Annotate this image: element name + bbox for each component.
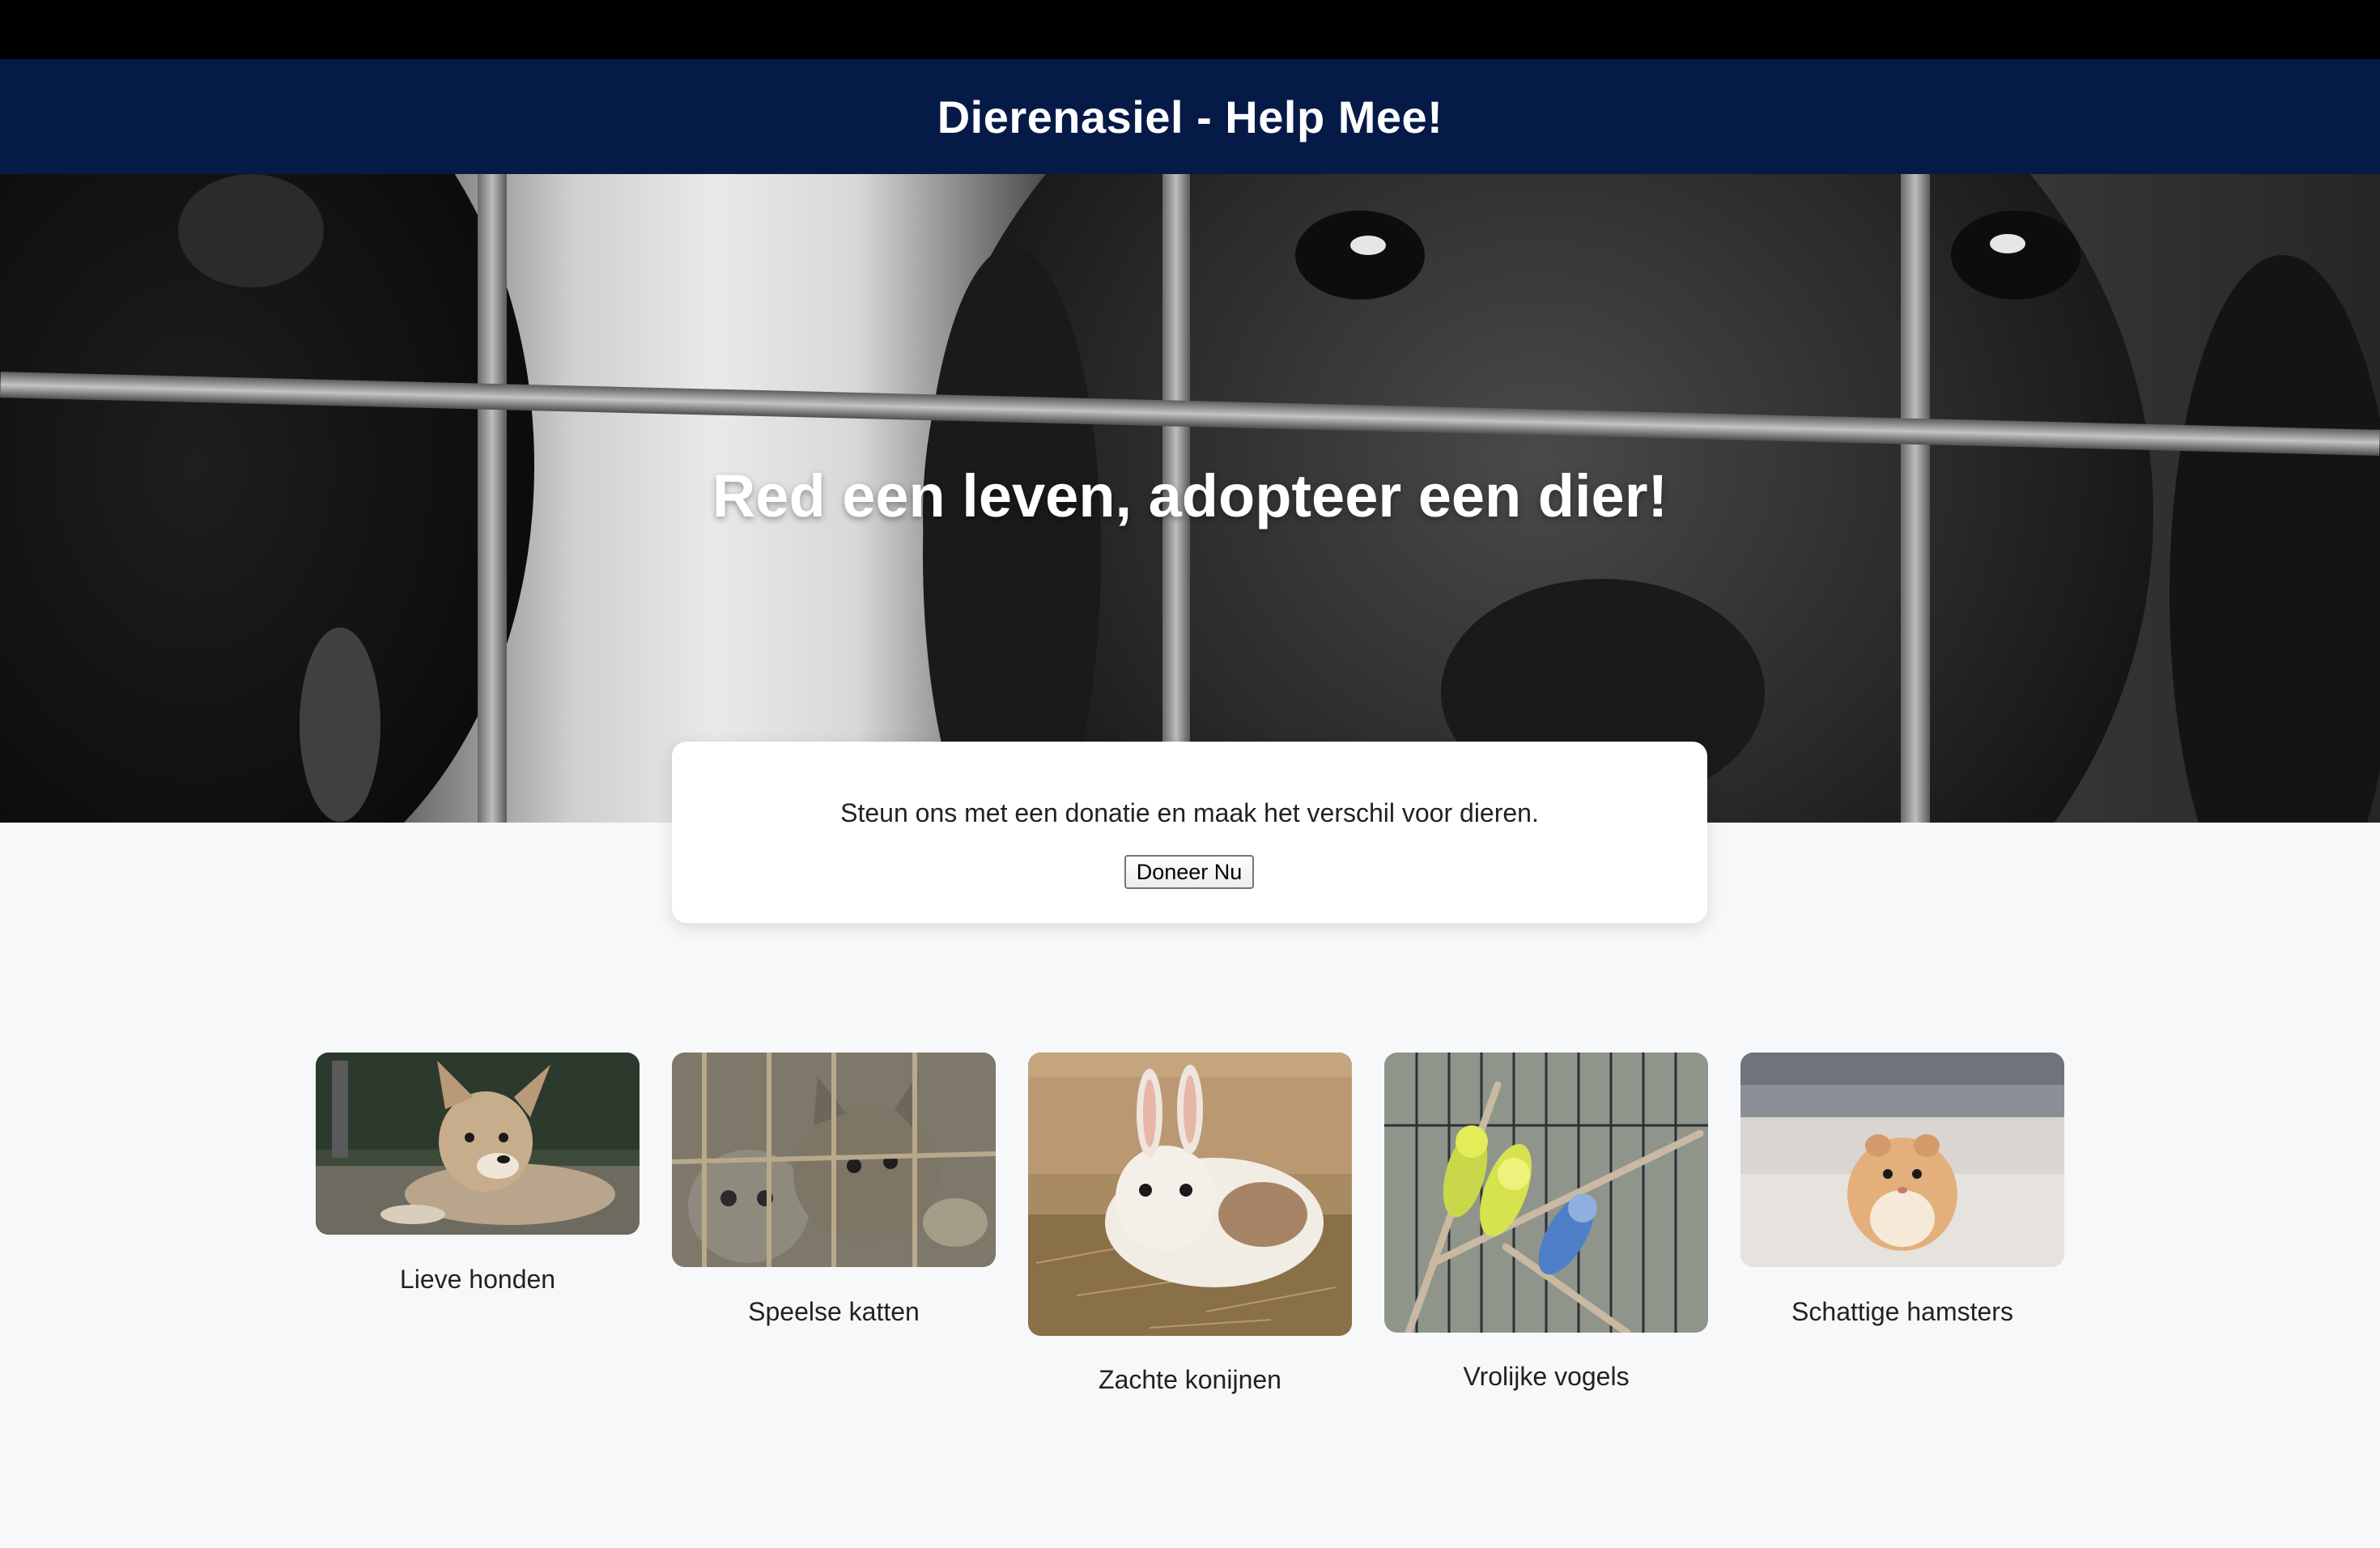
puppy-photo-icon — [316, 1053, 640, 1235]
animal-label-rabbits: Zachte konijnen — [1099, 1365, 1281, 1394]
animal-card-hamsters[interactable]: Schattige hamsters — [1740, 1053, 2064, 1326]
animal-label-cats: Speelse katten — [748, 1297, 920, 1326]
donation-text: Steun ons met een donatie en maak het ve… — [840, 798, 1539, 827]
hero-headline: Red een leven, adopteer een dier! — [712, 462, 1668, 529]
animal-card-rabbits[interactable]: Zachte konijnen — [1028, 1053, 1352, 1394]
site-title: Dierenasiel - Help Mee! — [937, 91, 1443, 142]
animal-card-birds[interactable]: Vrolijke vogels — [1384, 1053, 1708, 1391]
animal-label-dogs: Lieve honden — [399, 1265, 556, 1294]
hamster-photo-icon — [1740, 1053, 2064, 1267]
kittens-photo-icon — [672, 1053, 996, 1267]
parakeets-photo-icon — [1384, 1053, 1708, 1333]
animal-card-dogs[interactable]: Lieve honden — [316, 1053, 640, 1294]
donate-button[interactable]: Doneer Nu — [1124, 855, 1254, 889]
animal-label-hamsters: Schattige hamsters — [1791, 1297, 2013, 1326]
animal-label-birds: Vrolijke vogels — [1463, 1362, 1630, 1391]
rabbit-photo-icon — [1028, 1053, 1352, 1336]
donation-card: Steun ons met een donatie en maak het ve… — [672, 742, 1707, 923]
top-strip — [0, 0, 2380, 59]
hero-banner: Red een leven, adopteer een dier! — [0, 174, 2380, 823]
animal-card-cats[interactable]: Speelse katten — [672, 1053, 996, 1326]
site-header: Dierenasiel - Help Mee! — [0, 59, 2380, 174]
